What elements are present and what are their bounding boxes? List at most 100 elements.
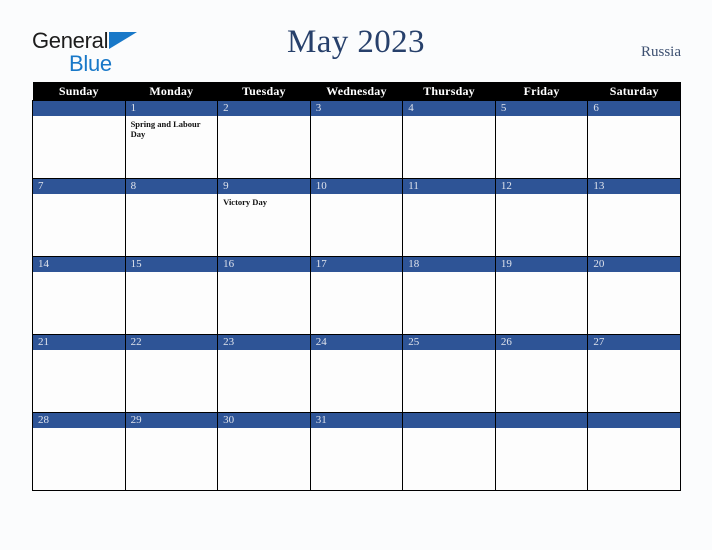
day-events [33, 428, 125, 431]
day-events [496, 350, 588, 353]
holiday-label: Victory Day [223, 197, 267, 207]
day-cell-16[interactable]: 16 [217, 256, 311, 335]
day-number: 21 [33, 335, 125, 350]
day-cell-10[interactable]: 10 [309, 178, 404, 257]
page-title: May 2023 [287, 24, 425, 60]
day-number: 9 [218, 179, 310, 194]
day-events [311, 116, 403, 119]
day-events: Victory Day [218, 194, 310, 207]
day-cell-22[interactable]: 22 [124, 334, 219, 413]
day-number: 22 [125, 335, 218, 350]
day-cell-25[interactable]: 25 [402, 334, 496, 413]
day-cell-26[interactable]: 26 [494, 334, 589, 413]
day-number: 7 [33, 179, 125, 194]
day-number: 18 [403, 257, 495, 272]
day-number: 1 [125, 101, 218, 116]
day-cell-17[interactable]: 17 [309, 256, 404, 335]
day-cell-empty[interactable] [494, 412, 589, 491]
day-cell-8[interactable]: 8 [124, 178, 219, 257]
calendar-week-row: 28 29 30 31 [32, 412, 681, 491]
day-cell-empty[interactable] [32, 100, 126, 179]
day-cell-12[interactable]: 12 [494, 178, 589, 257]
day-cell-27[interactable]: 27 [587, 334, 681, 413]
day-cell-18[interactable]: 18 [402, 256, 496, 335]
weekday-header-friday: Friday [495, 82, 588, 101]
day-number: 14 [33, 257, 125, 272]
weekday-header-row: Sunday Monday Tuesday Wednesday Thursday Frid… [32, 82, 681, 101]
day-number [495, 413, 588, 428]
day-number: 6 [588, 101, 680, 116]
day-events: Spring and Labour Day [126, 116, 218, 139]
day-number: 27 [588, 335, 680, 350]
day-number [33, 101, 125, 116]
day-cell-21[interactable]: 21 [32, 334, 126, 413]
day-cell-2[interactable]: 2 [217, 100, 311, 179]
day-events [588, 350, 680, 353]
day-cell-24[interactable]: 24 [309, 334, 404, 413]
day-number: 4 [403, 101, 495, 116]
weekday-header-monday: Monday [125, 82, 218, 101]
day-number: 16 [218, 257, 310, 272]
day-number: 23 [218, 335, 310, 350]
day-cell-13[interactable]: 13 [587, 178, 681, 257]
day-number: 25 [403, 335, 495, 350]
day-cell-7[interactable]: 7 [32, 178, 126, 257]
day-cell-28[interactable]: 28 [32, 412, 126, 491]
weekday-header-wednesday: Wednesday [310, 82, 403, 101]
day-events [588, 428, 680, 431]
day-cell-11[interactable]: 11 [402, 178, 496, 257]
day-events [496, 272, 588, 275]
day-cell-3[interactable]: 3 [309, 100, 404, 179]
day-cell-9[interactable]: 9 Victory Day [217, 178, 311, 257]
day-cell-5[interactable]: 5 [494, 100, 589, 179]
day-events [588, 116, 680, 119]
day-events [403, 272, 495, 275]
day-cell-19[interactable]: 19 [494, 256, 589, 335]
day-events [403, 116, 495, 119]
country-label: Russia [640, 44, 681, 60]
calendar-week-row: 7 8 9 Victory Day 10 11 12 13 [32, 178, 681, 257]
day-number: 8 [125, 179, 218, 194]
day-cell-14[interactable]: 14 [32, 256, 126, 335]
day-events [496, 428, 588, 431]
calendar-header-row: Sunday Monday Tuesday Wednesday Thursday Frid… [32, 82, 681, 101]
weekday-header-sunday: Sunday [32, 82, 126, 101]
day-cell-20[interactable]: 20 [587, 256, 681, 335]
day-cell-31[interactable]: 31 [309, 412, 404, 491]
day-events [218, 116, 310, 119]
day-events [403, 194, 495, 197]
day-number: 13 [588, 179, 680, 194]
day-cell-30[interactable]: 30 [217, 412, 311, 491]
day-number: 19 [495, 257, 588, 272]
weekday-header-tuesday: Tuesday [217, 82, 311, 101]
day-number: 30 [218, 413, 310, 428]
calendar-grid: Sunday Monday Tuesday Wednesday Thursday Frid… [32, 82, 681, 491]
day-events [33, 194, 125, 197]
day-number: 3 [310, 101, 403, 116]
day-events [311, 350, 403, 353]
day-events [33, 272, 125, 275]
day-number: 28 [33, 413, 125, 428]
day-cell-empty[interactable] [587, 412, 681, 491]
weekday-header-saturday: Saturday [587, 82, 681, 101]
day-events [126, 350, 218, 353]
day-cell-23[interactable]: 23 [217, 334, 311, 413]
day-events [311, 194, 403, 197]
day-events [33, 116, 125, 119]
calendar-body: 1 Spring and Labour Day 2 3 4 5 6 7 8 9 Victory Da… [32, 100, 681, 491]
day-events [126, 194, 218, 197]
day-cell-6[interactable]: 6 [587, 100, 681, 179]
day-number [588, 413, 680, 428]
day-cell-29[interactable]: 29 [124, 412, 219, 491]
day-number: 20 [588, 257, 680, 272]
day-events [218, 350, 310, 353]
day-number: 12 [495, 179, 588, 194]
day-events [496, 194, 588, 197]
calendar-week-row: 21 22 23 24 25 26 27 [32, 334, 681, 413]
day-cell-1[interactable]: 1 Spring and Labour Day [124, 100, 219, 179]
calendar-week-row: 14 15 16 17 18 19 20 [32, 256, 681, 335]
weekday-header-thursday: Thursday [402, 82, 496, 101]
day-cell-15[interactable]: 15 [124, 256, 219, 335]
day-cell-4[interactable]: 4 [402, 100, 496, 179]
day-cell-empty[interactable] [402, 412, 496, 491]
